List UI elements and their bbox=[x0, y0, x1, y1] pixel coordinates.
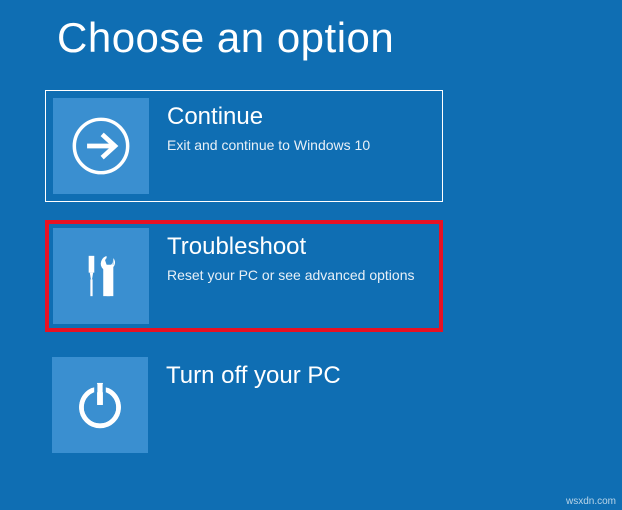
turnoff-title: Turn off your PC bbox=[166, 363, 341, 389]
arrow-right-icon bbox=[53, 98, 149, 194]
continue-tile[interactable]: Continue Exit and continue to Windows 10 bbox=[45, 90, 443, 202]
troubleshoot-text: Troubleshoot Reset your PC or see advanc… bbox=[149, 228, 422, 285]
page-title: Choose an option bbox=[0, 0, 622, 62]
turnoff-tile[interactable]: Turn off your PC bbox=[45, 350, 443, 460]
tools-icon bbox=[53, 228, 149, 324]
options-list: Continue Exit and continue to Windows 10… bbox=[0, 62, 622, 460]
continue-desc: Exit and continue to Windows 10 bbox=[167, 136, 370, 155]
power-icon bbox=[52, 357, 148, 453]
troubleshoot-tile[interactable]: Troubleshoot Reset your PC or see advanc… bbox=[45, 220, 443, 332]
continue-title: Continue bbox=[167, 104, 370, 130]
troubleshoot-title: Troubleshoot bbox=[167, 234, 414, 260]
turnoff-text: Turn off your PC bbox=[148, 357, 349, 395]
troubleshoot-desc: Reset your PC or see advanced options bbox=[167, 266, 414, 285]
watermark: wsxdn.com bbox=[566, 496, 616, 507]
continue-text: Continue Exit and continue to Windows 10 bbox=[149, 98, 378, 155]
